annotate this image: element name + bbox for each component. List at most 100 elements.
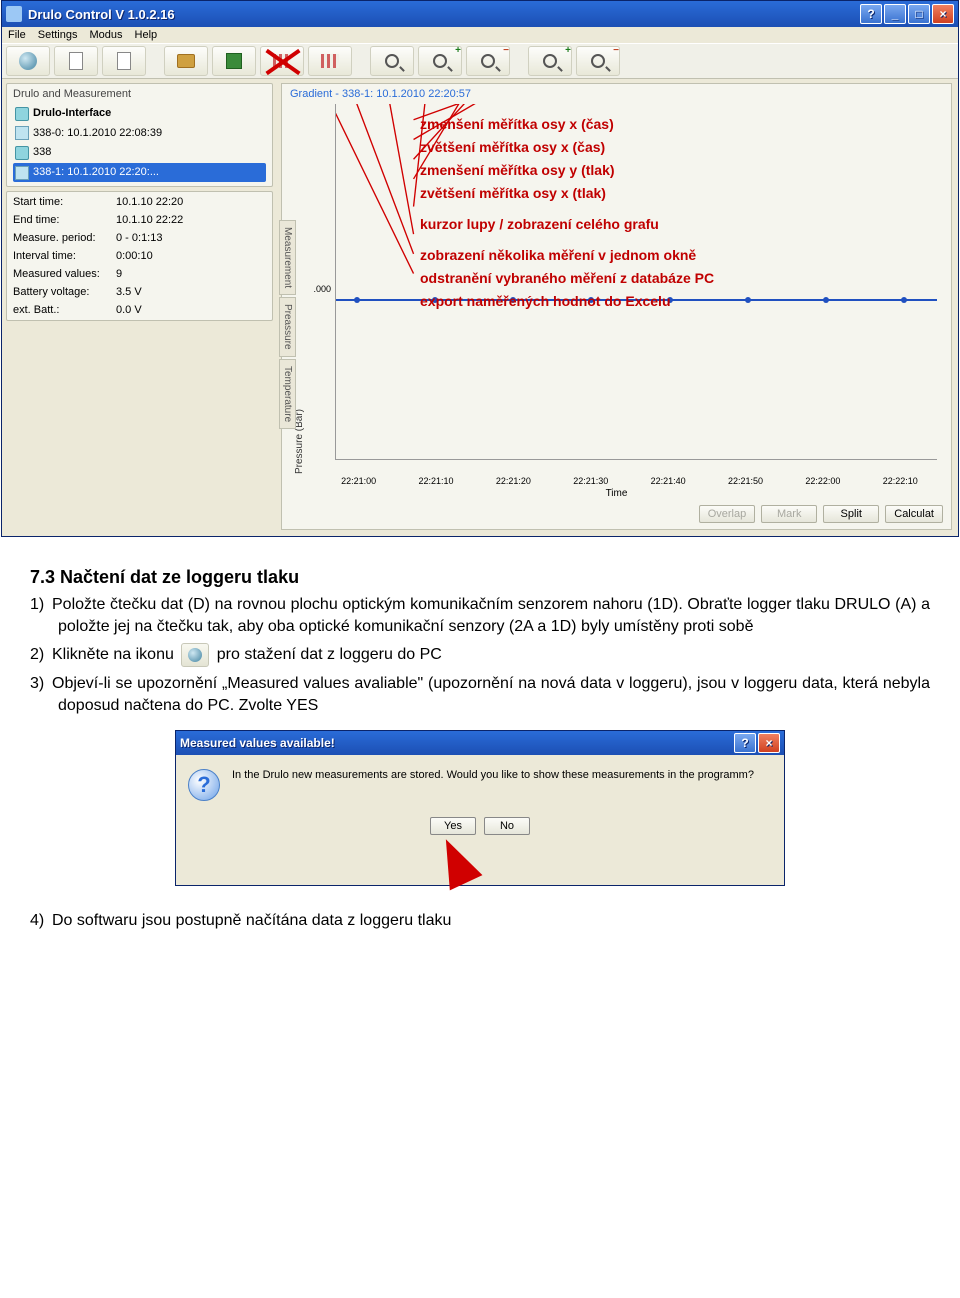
left-panel: Drulo and Measurement Drulo-Interface 33… [2, 79, 277, 536]
info-value: 10.1.10 22:20 [116, 196, 266, 208]
settings-icon[interactable] [102, 46, 146, 76]
tree-panel-title: Drulo and Measurement [13, 88, 266, 100]
zoom-tool-button[interactable] [370, 46, 414, 76]
document-icon [15, 126, 29, 140]
window-title: Drulo Control V 1.0.2.16 [28, 7, 175, 22]
app-window: Drulo Control V 1.0.2.16 ? _ □ × File Se… [1, 0, 959, 537]
list-item-text: Položte čtečku dat (D) na rovnou plochu … [52, 596, 930, 635]
info-panel: Start time: 10.1.10 22:20 End time: 10.1… [6, 191, 273, 321]
tree-item-label: 338-1: 10.1.2010 22:20:... [33, 164, 159, 182]
info-key: Start time: [13, 196, 108, 208]
side-tabs: Measurement Preassure Temperature [279, 220, 296, 429]
zoom-in-x-button[interactable]: + [528, 46, 572, 76]
dialog-no-button[interactable]: No [484, 817, 530, 835]
menu-file[interactable]: File [8, 29, 26, 41]
dialog-window: Measured values available! ? × ? In the … [175, 730, 785, 886]
info-value: 10.1.10 22:22 [116, 214, 266, 226]
tree-root[interactable]: Drulo-Interface [13, 104, 266, 124]
dialog-title: Measured values available! [180, 736, 335, 750]
split-button[interactable]: Split [823, 505, 879, 523]
chart-xtick: 22:22:00 [784, 476, 861, 486]
logger-icon [15, 146, 29, 160]
chart-xtick: 22:21:20 [475, 476, 552, 486]
tree-item-selected[interactable]: 338-1: 10.1.2010 22:20:... [13, 163, 266, 183]
overlap-button[interactable]: Overlap [699, 505, 756, 523]
window-close-button[interactable]: × [932, 4, 954, 24]
document-icon [15, 166, 29, 180]
document-body: 7.3 Načtení dat ze loggeru tlaku 1)Polož… [30, 567, 930, 932]
info-value: 0 - 0:1:13 [116, 232, 266, 244]
section-heading: 7.3 Načtení dat ze loggeru tlaku [30, 567, 930, 588]
annotation-line: zobrazení několika měření v jednom okně [420, 245, 960, 266]
chart-xtick: 22:21:50 [707, 476, 784, 486]
mark-button[interactable]: Mark [761, 505, 817, 523]
tree-panel: Drulo and Measurement Drulo-Interface 33… [6, 83, 273, 187]
right-panel: Gradient - 338-1: 10.1.2010 22:20:57 Pre… [277, 79, 958, 536]
list-item: 1)Položte čtečku dat (D) na rovnou ploch… [58, 594, 930, 637]
tab-pressure[interactable]: Preassure [279, 297, 296, 357]
read-logger-icon [181, 643, 209, 667]
chart-xlabel: Time [290, 486, 943, 499]
zoom-out-x-button[interactable]: − [576, 46, 620, 76]
tab-measurement[interactable]: Measurement [279, 220, 296, 295]
chart-frame: Gradient - 338-1: 10.1.2010 22:20:57 Pre… [281, 83, 952, 530]
chart-ytick: .000 [309, 104, 335, 474]
export-excel-button[interactable] [212, 46, 256, 76]
chart-xtick: 22:21:30 [552, 476, 629, 486]
tab-temperature[interactable]: Temperature [279, 359, 296, 429]
overlay-chart-icon[interactable] [308, 46, 352, 76]
info-value: 3.5 V [116, 286, 266, 298]
dialog-close-button[interactable]: × [758, 733, 780, 753]
annotation-line: odstranění vybraného měření z databáze P… [420, 268, 960, 289]
list-item-text: Klikněte na ikonu [52, 646, 174, 663]
annotation-line: kurzor lupy / zobrazení celého grafu [420, 214, 960, 235]
list-item: 2)Klikněte na ikonu pro stažení dat z lo… [58, 643, 930, 667]
info-key: ext. Batt.: [13, 304, 108, 316]
chart-area: Pressure (Bar) .000 z [290, 104, 943, 474]
tree-item[interactable]: 338 [13, 143, 266, 163]
info-key: Measured values: [13, 268, 108, 280]
annotation-overlay: zmenšení měřítka osy x (čas) zvětšení mě… [420, 114, 960, 314]
annotation-line: zvětšení měřítka osy x (tlak) [420, 183, 960, 204]
tree-item[interactable]: 338-0: 10.1.2010 22:08:39 [13, 124, 266, 144]
print-button[interactable] [164, 46, 208, 76]
info-key: Measure. period: [13, 232, 108, 244]
dialog-help-button[interactable]: ? [734, 733, 756, 753]
menu-settings[interactable]: Settings [38, 29, 78, 41]
chart-title: Gradient - 338-1: 10.1.2010 22:20:57 [290, 88, 943, 100]
read-logger-button[interactable] [6, 46, 50, 76]
zoom-in-y-button[interactable]: + [418, 46, 462, 76]
info-key: Battery voltage: [13, 286, 108, 298]
menu-modus[interactable]: Modus [89, 29, 122, 41]
list-item: 4)Do softwaru jsou postupně načítána dat… [58, 910, 930, 932]
tree-root-label: Drulo-Interface [33, 105, 111, 123]
chart-button-row: Overlap Mark Split Calculat [290, 499, 943, 525]
delete-measurement-button[interactable] [260, 46, 304, 76]
list-item-text: Do softwaru jsou postupně načítána data … [52, 912, 451, 929]
info-value: 9 [116, 268, 266, 280]
annotation-arrow-wrap [176, 845, 784, 885]
device-list-icon[interactable] [54, 46, 98, 76]
window-maximize-button[interactable]: □ [908, 4, 930, 24]
annotation-line: zmenšení měřítka osy x (čas) [420, 114, 960, 135]
interface-icon [15, 107, 29, 121]
dialog-titlebar: Measured values available! ? × [176, 731, 784, 755]
info-key: End time: [13, 214, 108, 226]
dialog-yes-button[interactable]: Yes [430, 817, 476, 835]
window-help-button[interactable]: ? [860, 4, 882, 24]
annotation-line: export naměřených hodnot do Excelu [420, 291, 960, 312]
window-titlebar: Drulo Control V 1.0.2.16 ? _ □ × [2, 1, 958, 27]
tree-item-label: 338 [33, 144, 51, 162]
chart-xaxis-ticks: 22:21:00 22:21:10 22:21:20 22:21:30 22:2… [290, 474, 943, 486]
menu-help[interactable]: Help [135, 29, 158, 41]
window-minimize-button[interactable]: _ [884, 4, 906, 24]
chart-xtick: 22:21:40 [630, 476, 707, 486]
question-icon: ? [188, 769, 220, 801]
chart-plot[interactable]: zmenšení měřítka osy x (čas) zvětšení mě… [335, 104, 937, 460]
list-item-text: Objeví-li se upozornění „Measured values… [52, 675, 930, 714]
list-item: 3)Objeví-li se upozornění „Measured valu… [58, 673, 930, 716]
menubar: File Settings Modus Help [2, 27, 958, 43]
calculate-button[interactable]: Calculat [885, 505, 943, 523]
zoom-out-y-button[interactable]: − [466, 46, 510, 76]
info-key: Interval time: [13, 250, 108, 262]
